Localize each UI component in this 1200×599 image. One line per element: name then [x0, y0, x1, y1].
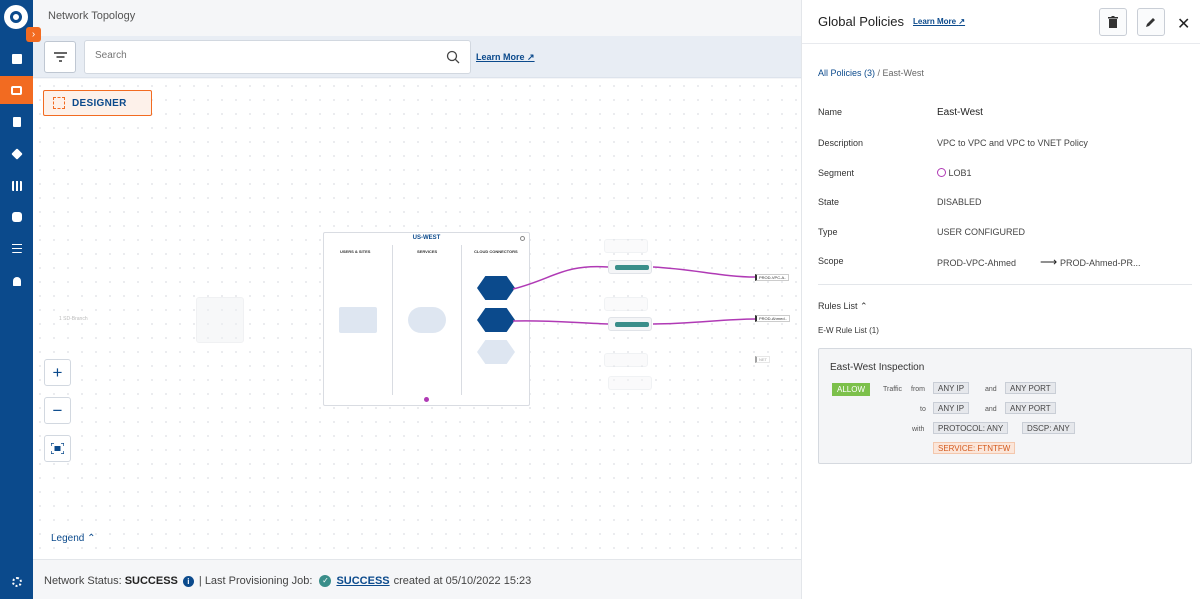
and-label: and — [985, 406, 997, 413]
search-box — [84, 40, 471, 74]
chevron-up-icon: ⌃ — [87, 533, 96, 544]
last-job-link[interactable]: SUCCESS — [336, 575, 389, 587]
globe-icon — [937, 168, 946, 177]
rule-card[interactable]: East-West Inspection ALLOW Traffic from … — [818, 348, 1192, 464]
settings-gear-icon[interactable] — [0, 568, 33, 596]
vpc-connector-card[interactable] — [608, 260, 652, 274]
with-label: with — [912, 426, 925, 433]
net-connector-card[interactable] — [608, 376, 652, 390]
to-ip-chip: ANY IP — [933, 402, 970, 414]
tag-net[interactable]: NET — [755, 356, 770, 363]
toolbar: Learn More ↗ — [33, 36, 801, 78]
chevron-right-icon: › — [31, 29, 36, 40]
network-status-value: SUCCESS — [124, 575, 178, 587]
rules-list-toggle[interactable]: Rules List ⌃ — [818, 301, 868, 312]
apps-grid-icon[interactable] — [0, 172, 33, 200]
learn-more-link[interactable]: Learn More ↗ — [476, 52, 535, 63]
legend-toggle[interactable]: Legend ⌃ — [51, 533, 96, 544]
scope-from: PROD-VPC-Ahmed — [937, 258, 1017, 268]
sliders-icon[interactable] — [0, 234, 33, 262]
from-port-chip: ANY PORT — [1005, 382, 1056, 394]
segment-value: LOB1 — [937, 168, 972, 178]
description-label: Description — [818, 138, 864, 148]
logo-mark-icon — [10, 11, 22, 23]
vnet-header-card — [604, 297, 648, 311]
panel-divider — [802, 43, 1200, 44]
expand-sidebar-button[interactable]: › — [26, 27, 41, 42]
from-label: from — [911, 386, 925, 393]
zoom-out-button[interactable]: − — [44, 397, 71, 424]
panel-title: Global Policies — [818, 14, 904, 29]
trash-icon — [1108, 16, 1118, 28]
name-label: Name — [818, 107, 843, 117]
allow-badge: ALLOW — [832, 383, 871, 396]
state-label: State — [818, 197, 840, 207]
topology-icon[interactable] — [0, 76, 33, 104]
network-icon[interactable] — [0, 140, 33, 168]
type-label: Type — [818, 227, 838, 237]
segment-label: Segment — [818, 168, 855, 178]
service-chip: SERVICE: FTNTFW — [933, 442, 1016, 454]
puzzle-icon[interactable] — [0, 203, 33, 231]
status-bar: Network Status: SUCCESS i | Last Provisi… — [33, 559, 801, 599]
dashboard-icon[interactable] — [0, 45, 33, 73]
created-at-text: created at 05/10/2022 15:23 — [393, 575, 532, 587]
status-separator: | — [198, 575, 202, 587]
net-header-card — [604, 353, 648, 367]
from-ip-chip: ANY IP — [933, 382, 970, 394]
filter-icon — [53, 52, 67, 62]
zoom-in-button[interactable]: + — [44, 359, 71, 386]
document-icon[interactable] — [0, 108, 33, 136]
main-area: Network Topology Learn More ↗ DESIGNER 1… — [33, 0, 801, 599]
search-input[interactable] — [95, 50, 435, 61]
fit-screen-icon — [51, 443, 64, 454]
name-value: East-West — [937, 107, 983, 118]
breadcrumb-current: / East-West — [877, 68, 924, 78]
dscp-chip: DSCP: ANY — [1022, 422, 1075, 434]
top-bar: Network Topology — [33, 0, 801, 36]
external-link-icon: ↗ — [958, 17, 966, 26]
panel-learn-more-link[interactable]: Learn More ↗ — [913, 17, 965, 26]
external-link-icon: ↗ — [527, 52, 535, 62]
vnet-connector-card[interactable] — [608, 317, 652, 331]
tag-prod-vpc[interactable]: PROD-VPC-A.. — [755, 274, 790, 281]
chevron-up-icon: ⌃ — [860, 301, 868, 311]
protocol-chip: PROTOCOL: ANY — [933, 422, 1009, 434]
arrow-right-icon: ⟶ — [1040, 255, 1058, 269]
description-value: VPC to VPC and VPC to VNET Policy — [937, 138, 1088, 148]
last-job-label: Last Provisioning Job: — [204, 575, 313, 587]
breadcrumb-all-policies[interactable]: All Policies (3) — [818, 68, 875, 78]
left-sidebar: › — [0, 0, 41, 599]
network-status-label: Network Status: — [44, 575, 122, 587]
state-value: DISABLED — [937, 197, 982, 207]
to-label: to — [920, 406, 926, 413]
page-title: Network Topology — [48, 10, 136, 22]
scope-label: Scope — [818, 256, 844, 266]
tag-prod-ahmed[interactable]: PROD-Ahmed.. — [755, 315, 790, 322]
and-label: and — [985, 386, 997, 393]
edit-button[interactable] — [1137, 8, 1165, 36]
pencil-icon — [1146, 18, 1155, 27]
app-logo[interactable] — [4, 5, 28, 29]
bell-icon[interactable] — [0, 267, 33, 295]
connection-lines — [512, 265, 756, 325]
search-icon[interactable] — [446, 50, 460, 64]
scope-to: PROD-Ahmed-PR... — [1060, 258, 1141, 268]
type-value: USER CONFIGURED — [937, 227, 1026, 237]
check-circle-icon: ✓ — [319, 575, 332, 587]
topology-canvas[interactable]: DESIGNER 1 SD-Branch US-WEST USERS & SIT… — [33, 79, 801, 559]
close-icon[interactable]: ✕ — [1177, 14, 1190, 34]
global-policies-panel: Global Policies Learn More ↗ ✕ All Polic… — [801, 0, 1200, 599]
vpc-header-card — [604, 239, 648, 253]
info-icon[interactable]: i — [182, 575, 194, 587]
breadcrumb: All Policies (3) / East-West — [818, 68, 924, 78]
rules-divider — [818, 284, 1192, 285]
to-port-chip: ANY PORT — [1005, 402, 1056, 414]
traffic-label: Traffic — [883, 386, 903, 393]
delete-button[interactable] — [1099, 8, 1127, 36]
ew-rule-list-label: E-W Rule List (1) — [818, 326, 879, 335]
fit-to-screen-button[interactable] — [44, 435, 71, 462]
filter-button[interactable] — [44, 41, 76, 73]
rule-name: East-West Inspection — [830, 362, 925, 373]
